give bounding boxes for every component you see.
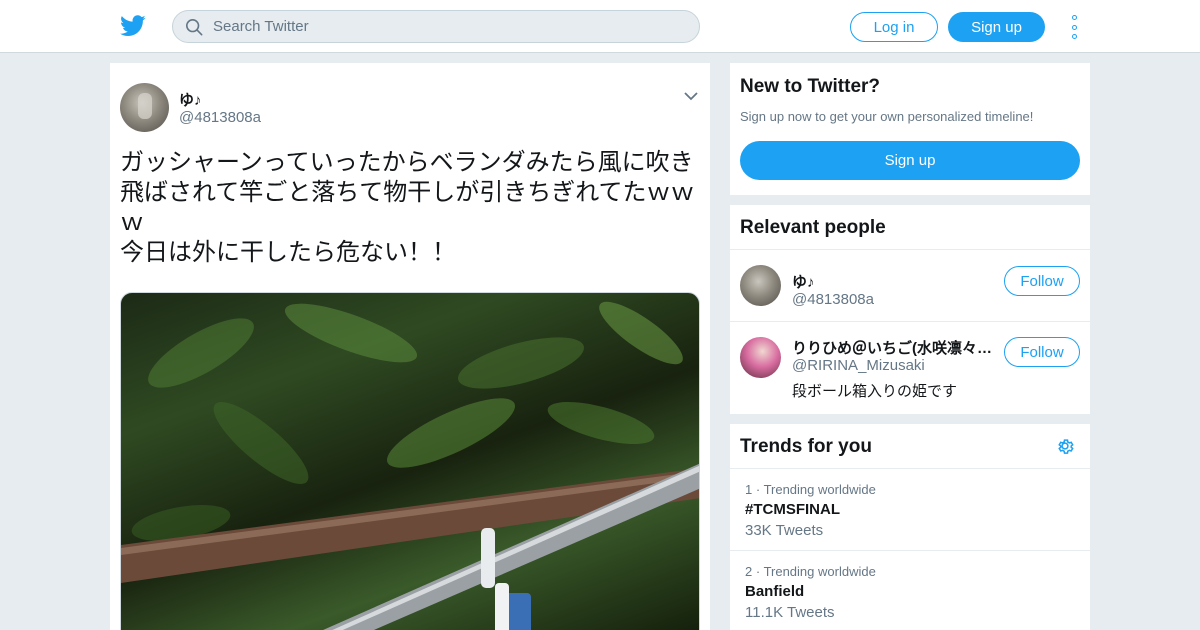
twitter-logo-icon[interactable]: [120, 14, 146, 38]
person-handle[interactable]: @4813808a: [792, 291, 874, 308]
trend-name[interactable]: #TCMSFINAL: [745, 501, 840, 518]
trend-item[interactable]: 1 · Trending worldwide #TCMSFINAL 33K Tw…: [730, 469, 1090, 551]
trend-meta: 1 · Trending worldwide: [745, 482, 876, 497]
login-button[interactable]: Log in: [850, 12, 938, 42]
more-dot-icon: [1071, 15, 1077, 20]
search-icon: [185, 18, 203, 35]
trend-item[interactable]: 2 · Trending worldwide Banfield 11.1K Tw…: [730, 551, 1090, 630]
trend-count: 33K Tweets: [745, 522, 824, 539]
tweet-photo[interactable]: [120, 292, 700, 630]
tweet-text: ガッシャーンっていったからベランダみたら風に吹き 飛ばされて竿ごと落ちて物干しが…: [120, 147, 700, 267]
more-vertical-icon[interactable]: [1066, 15, 1082, 39]
tweet-text-line: ガッシャーンっていったからベランダみたら風に吹き: [120, 148, 694, 176]
relevant-people-card: Relevant people ゆ♪ @4813808a Follow りりひめ…: [730, 205, 1090, 414]
avatar[interactable]: [740, 265, 781, 306]
photo-scene: [121, 301, 699, 630]
signup-button[interactable]: Sign up: [948, 12, 1045, 42]
author-name[interactable]: ゆ♪: [179, 89, 202, 110]
author-handle[interactable]: @4813808a: [179, 109, 261, 126]
top-navigation-bar: Log in Sign up: [0, 0, 1200, 53]
card-title: New to Twitter?: [740, 76, 881, 97]
person-name[interactable]: りりひめ＠いちご(水咲凛々…: [792, 337, 992, 358]
trend-context: Trending worldwide: [763, 564, 876, 579]
card-title: Relevant people: [740, 217, 886, 238]
search-box[interactable]: [172, 10, 700, 43]
follow-button[interactable]: Follow: [1004, 266, 1080, 296]
trends-card: Trends for you 1 · Trending worldwide #T…: [730, 424, 1090, 630]
author-avatar[interactable]: [120, 83, 169, 132]
gear-icon[interactable]: [1055, 436, 1075, 456]
tweet-text-line: 飛ばされて竿ごと落ちて物干しが引きちぎれてたｗｗ: [120, 178, 695, 206]
person-item[interactable]: ゆ♪ @4813808a Follow: [730, 250, 1090, 322]
signup-button-large[interactable]: Sign up: [740, 141, 1080, 180]
tweet-text-line: 今日は外に干したら危ない！！: [120, 238, 456, 266]
trend-count: 11.1K Tweets: [745, 604, 835, 621]
new-to-twitter-card: New to Twitter? Sign up now to get your …: [730, 63, 1090, 195]
trend-rank: 2: [745, 564, 753, 579]
more-dot-icon: [1071, 24, 1077, 30]
trend-rank: 1: [745, 482, 753, 497]
follow-button[interactable]: Follow: [1004, 337, 1080, 367]
trend-context: Trending worldwide: [763, 482, 876, 497]
card-subtitle: Sign up now to get your own personalized…: [740, 109, 1034, 124]
tweet-card: ゆ♪ @4813808a ガッシャーンっていったからベランダみたら風に吹き 飛ば…: [110, 63, 710, 630]
chevron-down-icon[interactable]: [684, 91, 698, 101]
person-item[interactable]: りりひめ＠いちご(水咲凛々… @RIRINA_Mizusaki 段ボール箱入りの…: [730, 322, 1090, 414]
avatar[interactable]: [740, 337, 781, 378]
search-input[interactable]: [213, 18, 673, 35]
person-name[interactable]: ゆ♪: [792, 271, 815, 292]
person-bio: 段ボール箱入りの姫です: [792, 382, 958, 400]
card-title: Trends for you: [740, 436, 872, 457]
person-handle[interactable]: @RIRINA_Mizusaki: [792, 357, 925, 374]
trend-meta: 2 · Trending worldwide: [745, 564, 876, 579]
tweet-text-line: ｗ: [120, 208, 144, 236]
trend-name[interactable]: Banfield: [745, 583, 804, 600]
more-dot-icon: [1071, 34, 1077, 39]
